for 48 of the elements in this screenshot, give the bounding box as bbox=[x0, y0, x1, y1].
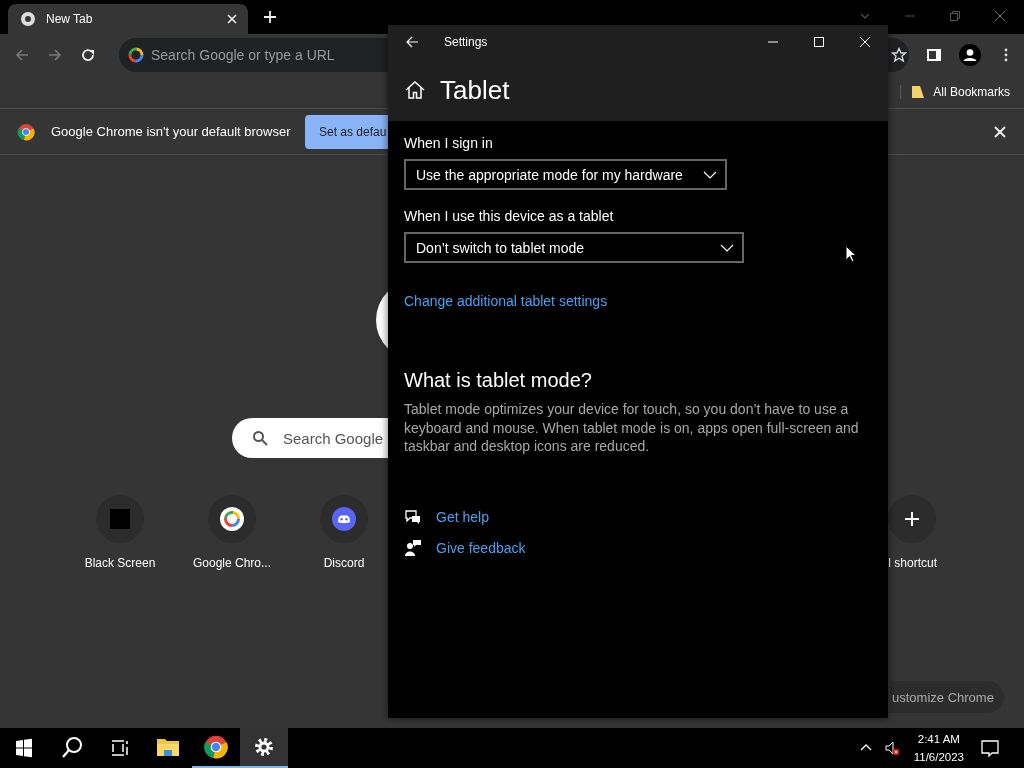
settings-taskbar-button[interactable] bbox=[240, 728, 288, 768]
side-panel-icon[interactable] bbox=[926, 47, 942, 63]
set-default-button[interactable]: Set as defau bbox=[305, 115, 388, 149]
help-link[interactable]: Get help bbox=[436, 508, 489, 525]
square-icon bbox=[108, 507, 132, 531]
chrome-icon bbox=[20, 11, 36, 27]
page-title: Tablet bbox=[440, 74, 510, 106]
description-text: Tablet mode optimizes your device for touch, so you don’t have to use a keyboard and mouse. When tablet mode is on, apps open full-screen and taskbar and desktop icons are reduced. bbox=[404, 400, 860, 456]
shortcut-tile[interactable]: Black Screen bbox=[78, 495, 162, 570]
gear-icon bbox=[252, 735, 276, 759]
google-icon bbox=[220, 507, 244, 531]
clock[interactable]: 2:41 AM 11/6/2023 bbox=[913, 728, 964, 768]
infobar-message: Google Chrome isn't your default browser bbox=[51, 124, 291, 139]
customize-chrome-button[interactable]: ustomize Chrome bbox=[890, 681, 1004, 713]
chrome-icon bbox=[17, 122, 35, 141]
reload-icon[interactable] bbox=[80, 47, 96, 63]
new-tab-icon[interactable] bbox=[263, 10, 277, 24]
search-icon bbox=[252, 430, 268, 446]
back-icon[interactable] bbox=[405, 35, 419, 49]
google-icon bbox=[128, 47, 144, 63]
search-box[interactable]: Search Google bbox=[232, 418, 388, 458]
help-link[interactable]: Give feedback bbox=[436, 539, 526, 556]
discord-icon bbox=[332, 507, 356, 531]
shortcut-tile[interactable]: Discord bbox=[302, 495, 386, 570]
folder-icon bbox=[911, 85, 926, 99]
tablet-settings-link[interactable]: Change additional tablet settings bbox=[404, 293, 608, 309]
chat-help-icon bbox=[404, 507, 422, 526]
shortcut-tile[interactable]: Google Chro... bbox=[190, 495, 274, 570]
plus-icon bbox=[904, 511, 921, 527]
restore-icon[interactable] bbox=[949, 10, 961, 22]
dropdown[interactable]: Don’t switch to tablet mode bbox=[404, 232, 744, 263]
notification-icon[interactable] bbox=[980, 738, 1000, 758]
section-heading: What is tablet mode? bbox=[404, 369, 593, 392]
bookmark-folder[interactable]: All Bookmarks bbox=[900, 85, 1010, 99]
person-feedback-icon bbox=[404, 538, 422, 557]
dropdown[interactable]: Use the appropriate mode for my hardware bbox=[404, 159, 727, 190]
mouse-cursor-icon bbox=[845, 245, 857, 263]
chrome-icon bbox=[204, 735, 228, 759]
profile-icon[interactable] bbox=[959, 44, 981, 66]
star-icon[interactable] bbox=[891, 47, 907, 63]
browser-tab[interactable]: New Tab bbox=[8, 4, 248, 34]
home-icon[interactable] bbox=[404, 79, 426, 101]
maximize-icon[interactable] bbox=[813, 36, 825, 48]
window-title: Settings bbox=[444, 35, 488, 49]
forward-icon[interactable] bbox=[47, 47, 63, 63]
speaker-muted-icon[interactable] bbox=[883, 740, 900, 756]
field-label: When I use this device as a tablet bbox=[404, 208, 614, 224]
field-label: When I sign in bbox=[404, 135, 493, 151]
